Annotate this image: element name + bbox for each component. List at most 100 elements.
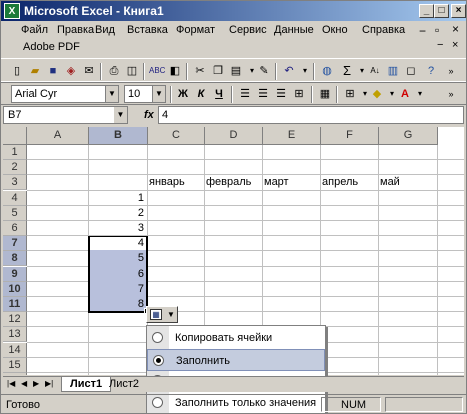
row-header-3[interactable]: 3 <box>3 175 27 191</box>
menu-2[interactable]: Вид <box>95 24 115 36</box>
maximize-button[interactable]: □ <box>434 4 449 18</box>
undo-icon[interactable]: ↶ <box>281 63 297 79</box>
row-header-2[interactable]: 2 <box>3 160 27 176</box>
column-header-G[interactable]: G <box>379 127 438 145</box>
sheet-tab-2[interactable]: Лист2 <box>101 377 147 392</box>
toolbar-options-icon[interactable]: » <box>443 63 459 79</box>
column-header-A[interactable]: A <box>27 127 89 145</box>
row-header-7[interactable]: 7 <box>3 236 27 252</box>
merge-center-icon[interactable]: ⊞ <box>291 86 307 102</box>
name-box[interactable]: B7 ▼ <box>3 106 128 124</box>
menu-0[interactable]: Файл <box>21 24 48 36</box>
fill-color-icon[interactable]: ◆ <box>369 86 385 102</box>
row-header-15[interactable]: 15 <box>3 357 27 373</box>
cell-B9[interactable]: 6 <box>90 267 147 282</box>
minimize-button[interactable]: _ <box>419 4 434 18</box>
cell-C3[interactable]: январь <box>149 175 204 190</box>
font-color-icon[interactable]: A <box>397 86 413 102</box>
column-header-F[interactable]: F <box>321 127 379 145</box>
adobe-close-icon[interactable]: × <box>452 39 458 51</box>
cell-G3[interactable]: май <box>380 175 437 190</box>
prev-sheet-icon[interactable]: ◀ <box>21 379 27 388</box>
cell-D3[interactable]: февраль <box>206 175 262 190</box>
autofill-option-1[interactable]: Заполнить <box>147 348 325 371</box>
column-header-C[interactable]: C <box>148 127 205 145</box>
email-icon[interactable]: ✉ <box>81 63 97 79</box>
font-size-combo[interactable]: 10 ▼ <box>124 85 166 103</box>
doc-close-icon[interactable]: − <box>419 24 426 38</box>
doc-x-icon[interactable]: × <box>452 22 459 36</box>
help-icon[interactable]: ? <box>423 63 439 79</box>
row-header-8[interactable]: 8 <box>3 251 27 267</box>
print-preview-icon[interactable]: ◫ <box>124 63 140 79</box>
borders-icon[interactable]: ⊞ <box>342 86 358 102</box>
next-sheet-icon[interactable]: ▶ <box>33 379 39 388</box>
cell-B4[interactable]: 1 <box>90 191 147 206</box>
formula-input[interactable]: 4 <box>158 106 464 124</box>
cut-icon[interactable]: ✂ <box>192 63 208 79</box>
last-sheet-icon[interactable]: ▶| <box>45 379 53 388</box>
row-header-11[interactable]: 11 <box>3 297 27 312</box>
row-header-16[interactable]: 16 <box>3 373 27 375</box>
row-header-12[interactable]: 12 <box>3 312 27 328</box>
research-icon[interactable]: ◧ <box>167 63 183 79</box>
font-name-combo[interactable]: Arial Cyr ▼ <box>11 85 119 103</box>
align-left-icon[interactable]: ☰ <box>237 86 253 102</box>
column-header-D[interactable]: D <box>205 127 263 145</box>
font-color-arrow-icon[interactable]: ▾ <box>412 86 428 102</box>
first-sheet-icon[interactable]: |◀ <box>7 379 15 388</box>
row-header-14[interactable]: 14 <box>3 342 27 358</box>
underline-button[interactable]: Ч <box>211 86 227 102</box>
menu-7[interactable]: Окно <box>322 24 348 36</box>
menu-1[interactable]: Правка <box>57 24 94 36</box>
adobe-pdf-menu[interactable]: Adobe PDF − × <box>1 39 466 57</box>
column-header-E[interactable]: E <box>263 127 321 145</box>
column-header-B[interactable]: B <box>89 127 148 145</box>
new-doc-icon[interactable]: ▯ <box>9 63 25 79</box>
cell-B7[interactable]: 4 <box>90 236 147 251</box>
select-all-corner[interactable] <box>3 127 27 145</box>
undo-arrow-icon[interactable]: ▾ <box>297 63 313 79</box>
paste-icon[interactable]: ▤ <box>228 63 244 79</box>
doc-restore-icon[interactable]: ▫ <box>435 23 439 37</box>
currency-icon[interactable]: ▦ <box>317 86 333 102</box>
autosum-icon[interactable]: Σ <box>339 63 355 79</box>
fx-icon[interactable]: fx <box>144 109 154 121</box>
cell-B5[interactable]: 2 <box>90 206 147 221</box>
menu-8[interactable]: Справка <box>362 24 405 36</box>
cell-B10[interactable]: 7 <box>90 282 147 297</box>
hyperlink-icon[interactable]: ◍ <box>319 63 335 79</box>
chart-wizard-icon[interactable]: ▥ <box>385 63 401 79</box>
format-painter-icon[interactable]: ✎ <box>256 63 272 79</box>
row-header-5[interactable]: 5 <box>3 205 27 221</box>
row-header-4[interactable]: 4 <box>3 190 27 206</box>
cell-B6[interactable]: 3 <box>90 221 147 236</box>
menu-3[interactable]: Вставка <box>127 24 168 36</box>
cell-B8[interactable]: 5 <box>90 251 147 266</box>
bold-button[interactable]: Ж <box>175 86 191 102</box>
open-icon[interactable]: ▰ <box>27 63 43 79</box>
cell-E3[interactable]: март <box>264 175 320 190</box>
cell-B11[interactable]: 8 <box>90 297 147 312</box>
row-header-10[interactable]: 10 <box>3 281 27 297</box>
row-header-1[interactable]: 1 <box>3 145 27 160</box>
sort-asc-icon[interactable]: A↓ <box>367 63 383 79</box>
cell-F3[interactable]: апрель <box>322 175 378 190</box>
autofill-options-button[interactable]: ▦ ▼ <box>146 306 178 323</box>
adobe-min-icon[interactable]: − <box>437 39 443 51</box>
align-right-icon[interactable]: ☰ <box>273 86 289 102</box>
italic-button[interactable]: К <box>193 86 209 102</box>
print-icon[interactable]: ⎙ <box>106 63 122 79</box>
menu-5[interactable]: Сервис <box>229 24 267 36</box>
close-button[interactable]: × <box>451 4 466 18</box>
row-header-9[interactable]: 9 <box>3 266 27 282</box>
autofill-option-0[interactable]: Копировать ячейки <box>147 327 325 349</box>
row-header-6[interactable]: 6 <box>3 221 27 236</box>
menu-6[interactable]: Данные <box>274 24 314 36</box>
zoom-icon[interactable]: ◻ <box>403 63 419 79</box>
align-center-icon[interactable]: ☰ <box>255 86 271 102</box>
row-header-13[interactable]: 13 <box>3 327 27 343</box>
permission-icon[interactable]: ◈ <box>63 63 79 79</box>
spelling-icon[interactable]: ABC <box>149 63 165 79</box>
menu-4[interactable]: Формат <box>176 24 215 36</box>
